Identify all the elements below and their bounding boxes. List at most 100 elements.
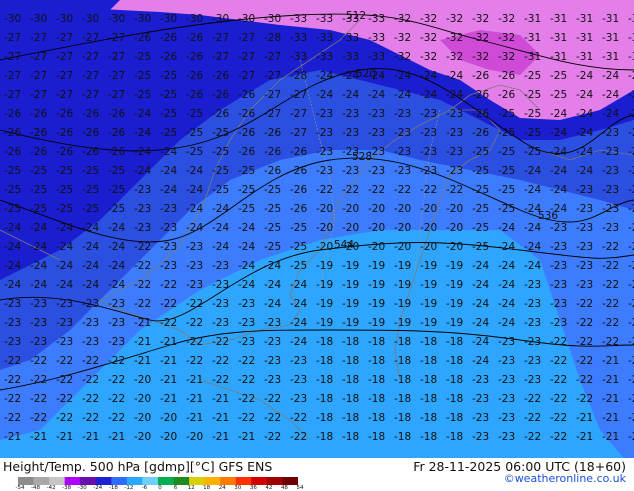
isotherm-label: -23: [602, 165, 619, 177]
isotherm-label: -22: [524, 431, 541, 443]
isotherm-label: -18: [316, 355, 333, 367]
isotherm-label: -21: [602, 431, 619, 443]
isotherm-label: -27: [290, 89, 307, 101]
isotherm-label: -23: [628, 165, 634, 177]
legend-label: -30: [77, 485, 87, 491]
isotherm-label: -25: [212, 127, 229, 139]
isotherm-label: -25: [212, 146, 229, 158]
isotherm-label: -20: [342, 203, 359, 215]
isotherm-label: -23: [576, 279, 593, 291]
isotherm-label: -21: [238, 431, 255, 443]
isotherm-label: -24: [4, 222, 21, 234]
isotherm-label: -24: [82, 279, 99, 291]
isotherm-label: -22: [160, 317, 177, 329]
isotherm-label: -18: [316, 431, 333, 443]
isotherm-label: -27: [82, 89, 99, 101]
isotherm-label: -23: [498, 412, 515, 424]
isotherm-label: -23: [602, 127, 619, 139]
isotherm-label: -22: [550, 336, 567, 348]
legend-label: 42: [265, 485, 273, 491]
isotherm-label: -27: [56, 89, 73, 101]
isotherm-label: -19: [342, 279, 359, 291]
isotherm-label: -23: [56, 317, 73, 329]
isotherm-label: -20: [446, 241, 463, 253]
isotherm-label: -32: [420, 51, 437, 63]
credit-link[interactable]: ©weatheronline.co.uk: [504, 472, 626, 485]
isotherm-label: -18: [394, 393, 411, 405]
isotherm-label: -26: [472, 108, 489, 120]
isotherm-label: -22: [238, 374, 255, 386]
isotherm-label: -21: [576, 431, 593, 443]
isotherm-label: -20: [368, 222, 385, 234]
isotherm-label: -26: [4, 108, 21, 120]
isotherm-label: -23: [394, 127, 411, 139]
isotherm-label: -27: [212, 32, 229, 44]
isotherm-label: -23: [524, 298, 541, 310]
isotherm-label: -21: [186, 393, 203, 405]
isotherm-label: -22: [30, 374, 47, 386]
isotherm-label: -22: [576, 317, 593, 329]
isotherm-label: -23: [4, 298, 21, 310]
isotherm-label: -24: [394, 70, 411, 82]
isotherm-label: -18: [420, 393, 437, 405]
isotherm-label: -23: [628, 89, 634, 101]
isotherm-label: -33: [368, 32, 385, 44]
isotherm-label: -26: [186, 32, 203, 44]
isotherm-label: -20: [160, 431, 177, 443]
isotherm-label: -19: [342, 298, 359, 310]
isotherm-label: -19: [394, 279, 411, 291]
isotherm-label: -25: [524, 127, 541, 139]
isotherm-label: -23: [394, 165, 411, 177]
isotherm-label: -26: [290, 146, 307, 158]
legend-swatch: [204, 477, 221, 485]
isotherm-label: -25: [134, 70, 151, 82]
isotherm-label: -30: [186, 13, 203, 25]
isotherm-label: -23: [342, 165, 359, 177]
isotherm-label: -22: [108, 393, 125, 405]
isotherm-label: -22: [56, 393, 73, 405]
map-canvas: -30 -30 -30 -30 -30 -30 -30 -30 -30 -30 -30 -33 -33-…: [0, 0, 634, 458]
isotherm-label: -31: [628, 32, 634, 44]
isotherm-label: -25: [498, 184, 515, 196]
legend-label: -12: [124, 485, 134, 491]
isotherm-label: -18: [342, 374, 359, 386]
isotherm-label: -27: [212, 51, 229, 63]
isotherm-label: -18: [368, 412, 385, 424]
isotherm-label: -24: [550, 184, 567, 196]
isotherm-label: -24: [4, 279, 21, 291]
isotherm-label: -23: [238, 298, 255, 310]
isotherm-label: -24: [186, 184, 203, 196]
isotherm-label: -31: [576, 51, 593, 63]
isotherm-label: -19: [420, 260, 437, 272]
isotherm-label: -24: [238, 222, 255, 234]
isotherm-label: -32: [420, 32, 437, 44]
legend-swatch: [49, 477, 66, 485]
isotherm-label: -22: [30, 355, 47, 367]
isotherm-label: -27: [108, 89, 125, 101]
isotherm-label: -24: [30, 241, 47, 253]
isotherm-label: -27: [108, 32, 125, 44]
isotherm-label: -26: [108, 146, 125, 158]
isotherm-label: -22: [420, 184, 437, 196]
isotherm-label: -32: [498, 13, 515, 25]
isotherm-label: -25: [472, 184, 489, 196]
isotherm-label: -32: [446, 51, 463, 63]
isotherm-label: -23: [82, 317, 99, 329]
isotherm-label: -21: [576, 412, 593, 424]
isotherm-label: -25: [56, 203, 73, 215]
isotherm-label: -22: [576, 336, 593, 348]
isotherm-label: -23: [550, 241, 567, 253]
isotherm-label: -24: [186, 222, 203, 234]
isotherm-label: -26: [472, 70, 489, 82]
isotherm-label: -22: [576, 298, 593, 310]
isotherm-label: -26: [498, 70, 515, 82]
isotherm-label: -26: [264, 127, 281, 139]
isotherm-label: -24: [472, 279, 489, 291]
isotherm-label: -26: [160, 51, 177, 63]
isotherm-label: -24: [108, 279, 125, 291]
isotherm-label: -27: [56, 70, 73, 82]
isotherm-label: -24: [550, 146, 567, 158]
isotherm-label: -20: [446, 222, 463, 234]
isotherm-label: -20: [394, 203, 411, 215]
isotherm-label: -24: [576, 165, 593, 177]
